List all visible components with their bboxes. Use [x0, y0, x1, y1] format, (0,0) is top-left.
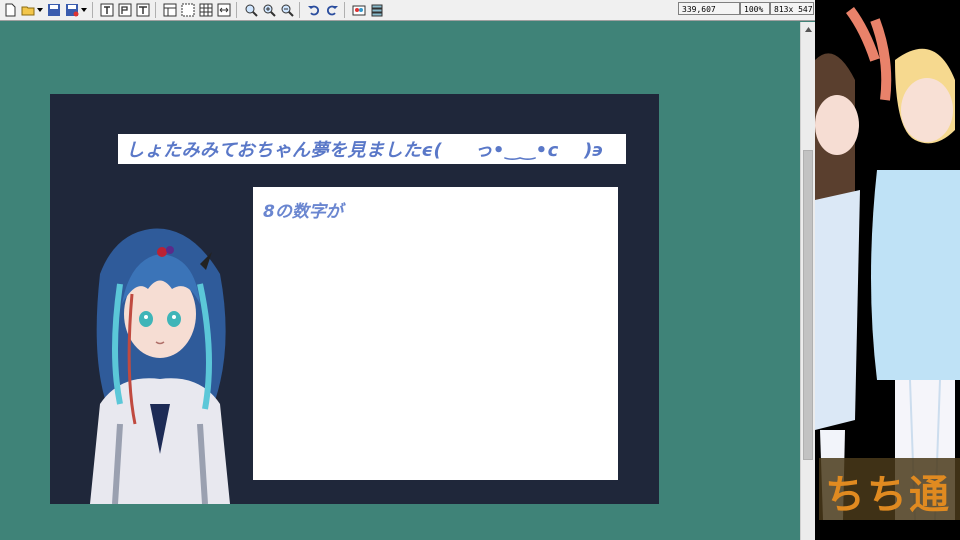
fit-icon[interactable] [180, 2, 196, 18]
layout-icon[interactable] [162, 2, 178, 18]
vertical-scrollbar[interactable] [800, 22, 815, 540]
save-as-icon[interactable] [64, 2, 80, 18]
toolbar-separator [344, 2, 345, 18]
layers-icon[interactable] [369, 2, 385, 18]
text-frame-icon[interactable] [99, 2, 115, 18]
page-frame-icon[interactable] [117, 2, 133, 18]
content-text: 8の数字が [263, 202, 343, 222]
zoom-out-icon[interactable] [279, 2, 295, 18]
zoom-readout: 100% [740, 2, 770, 15]
stretch-icon[interactable] [216, 2, 232, 18]
zoom-in-icon[interactable] [261, 2, 277, 18]
slide[interactable]: しょたみみておちゃん夢を見ましたϵ( っ•‿‿•c )϶ 8の数字が [50, 94, 659, 504]
scroll-thumb[interactable] [803, 150, 813, 460]
preview-panel: ちち通 [815, 0, 960, 540]
toolbar: 339,607 100% 813x 547 [0, 0, 815, 21]
toolbar-separator [236, 2, 237, 18]
save-icon[interactable] [46, 2, 62, 18]
toolbar-separator [155, 2, 156, 18]
title-frame-icon[interactable] [135, 2, 151, 18]
scroll-up-arrow-icon[interactable] [801, 22, 815, 37]
content-frame[interactable]: 8の数字が [253, 187, 618, 480]
grid-icon[interactable] [198, 2, 214, 18]
character-illustration [90, 228, 230, 504]
title-text: しょたみみておちゃん夢を見ましたϵ( っ•‿‿•c )϶ [126, 140, 605, 161]
undo-icon[interactable] [306, 2, 322, 18]
toolbar-separator [92, 2, 93, 18]
new-file-icon[interactable] [2, 2, 18, 18]
render-icon[interactable] [351, 2, 367, 18]
redo-icon[interactable] [324, 2, 340, 18]
toolbar-separator [299, 2, 300, 18]
title-frame[interactable]: しょたみみておちゃん夢を見ましたϵ( っ•‿‿•c )϶ [118, 134, 626, 164]
open-folder-icon[interactable] [20, 2, 36, 18]
save-dropdown-icon[interactable] [80, 2, 88, 18]
open-dropdown-icon[interactable] [36, 2, 44, 18]
preview-banner-text: ちち通 [825, 471, 951, 518]
size-readout: 813x 547 [770, 2, 814, 15]
coordinates-readout: 339,607 [678, 2, 740, 15]
zoom-fit-icon[interactable] [243, 2, 259, 18]
canvas-area[interactable]: しょたみみておちゃん夢を見ましたϵ( っ•‿‿•c )϶ 8の数字が [0, 22, 800, 540]
